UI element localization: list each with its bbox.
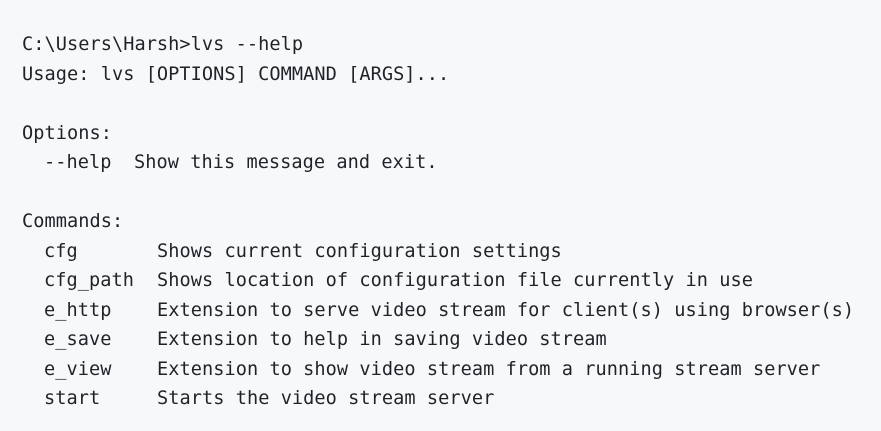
command-row-start: start Starts the video stream server — [22, 384, 881, 414]
command-name: cfg_path — [44, 270, 134, 291]
command-row-e-save: e_save Extension to help in saving video… — [22, 325, 881, 355]
usage-line: Usage: lvs [OPTIONS] COMMAND [ARGS]... — [22, 63, 450, 85]
command-row-e-view: e_view Extension to show video stream fr… — [22, 355, 881, 385]
command-description: Starts the video stream server — [157, 388, 495, 409]
command-description: Shows current configuration settings — [157, 240, 562, 262]
commands-header: Commands: — [22, 211, 124, 232]
command-description: Shows location of configuration file cur… — [157, 270, 753, 291]
option-description: Show this message and exit. — [134, 152, 438, 173]
options-header: Options: — [22, 122, 112, 144]
prompt-path: C:\Users\Harsh> — [22, 34, 191, 55]
command-row-cfg: cfg Shows current configuration settings — [22, 237, 881, 267]
command-row-cfg-path: cfg_path Shows location of configuration… — [22, 266, 881, 296]
command-row-e-http: e_http Extension to serve video stream f… — [22, 296, 881, 326]
command-description: Extension to serve video stream for clie… — [157, 299, 855, 321]
option-name: --help — [44, 152, 112, 173]
command-name: e_save — [44, 329, 112, 350]
option-row-help: --help Show this message and exit. — [22, 148, 881, 178]
terminal-output: C:\Users\Harsh>lvs --help Usage: lvs [OP… — [0, 0, 881, 431]
command-description: Extension to show video stream from a ru… — [157, 358, 821, 380]
command-prompt-line: C:\Users\Harsh>lvs --help — [22, 30, 881, 60]
command-description: Extension to help in saving video stream — [157, 329, 607, 350]
command-name: e_http — [44, 299, 112, 321]
command-name: cfg — [44, 240, 78, 262]
command-name: e_view — [44, 358, 112, 380]
command-name: start — [44, 388, 101, 409]
typed-command: lvs --help — [190, 34, 304, 55]
